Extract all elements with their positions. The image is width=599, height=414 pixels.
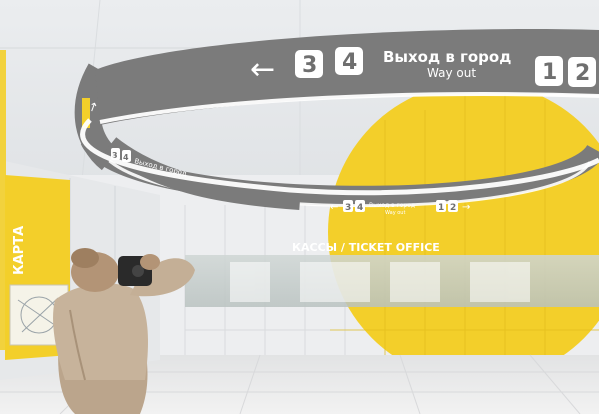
front-platform-2-badge: 2 <box>575 61 590 86</box>
back-platform-4-badge: 4 <box>357 203 363 213</box>
back-right-arrow-icon: → <box>462 202 470 213</box>
front-left-arrow-icon: ← <box>250 52 275 87</box>
back-platform-1-badge: 1 <box>438 203 444 213</box>
scene-illustration: КАССЫ / TICKET OFFICE КАРТА ← 3 4 Выход … <box>0 0 599 414</box>
front-exit-en-label: Way out <box>427 66 476 80</box>
metro-station-rendering: КАССЫ / TICKET OFFICE КАРТА ← 3 4 Выход … <box>0 0 599 414</box>
back-exit-en-label: Way out <box>385 210 405 216</box>
back-left-arrow-icon: ← <box>330 202 338 213</box>
front-exit-ru-label: Выход в город <box>383 48 511 66</box>
back-platform-3-badge: 3 <box>345 203 351 213</box>
front-platform-1-badge: 1 <box>542 60 557 85</box>
front-platform-3-badge: 3 <box>302 53 317 78</box>
back-exit-ru-label: Выход в город <box>369 202 415 209</box>
ticket-office-sign: КАССЫ / TICKET OFFICE <box>292 241 440 254</box>
left-platform-4-badge: 4 <box>123 153 129 162</box>
map-panel-label: КАРТА <box>12 226 27 275</box>
front-platform-4-badge: 4 <box>342 50 357 75</box>
back-platform-2-badge: 2 <box>450 203 456 213</box>
